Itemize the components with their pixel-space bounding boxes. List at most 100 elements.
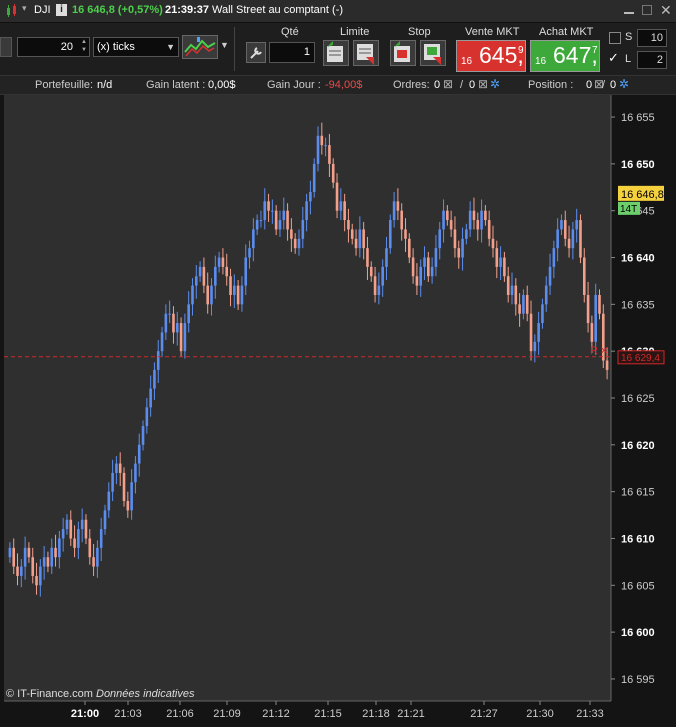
candle-body xyxy=(80,519,84,530)
candle-body xyxy=(225,266,229,277)
orders-separator: / xyxy=(460,79,464,91)
candle-body xyxy=(274,210,278,230)
candle-body xyxy=(156,351,160,370)
limit-buy-button[interactable] xyxy=(323,40,349,66)
position-close-icon[interactable]: ✕ xyxy=(600,346,608,357)
candle-body xyxy=(183,323,187,352)
candle-body xyxy=(328,145,331,164)
limit-buy-icon xyxy=(327,41,343,62)
candle-body xyxy=(248,248,251,258)
candle-body xyxy=(240,285,244,305)
candle-body xyxy=(73,538,76,548)
orders-cancel-icon[interactable]: ⊠ xyxy=(443,77,453,91)
candle-body xyxy=(221,257,225,267)
time-tick-label: 21:00 xyxy=(71,708,99,720)
stepper-up-icon[interactable]: ▲ xyxy=(81,39,87,46)
candle-body xyxy=(522,294,525,314)
interval-stepper[interactable]: 20 ▲ ▼ xyxy=(17,37,90,57)
sell-price-prefix: 16 xyxy=(461,56,473,67)
candle-body xyxy=(560,220,563,230)
s-value-field[interactable]: 10 xyxy=(637,29,667,47)
candle-body xyxy=(65,519,69,530)
s-checkbox[interactable] xyxy=(609,32,621,44)
stepper-down-icon[interactable]: ▼ xyxy=(81,47,87,54)
stop-buy-button[interactable] xyxy=(390,40,416,66)
candle-body xyxy=(217,257,221,267)
position-marker-label[interactable]: R xyxy=(590,345,598,357)
limit-sell-button[interactable] xyxy=(353,40,379,66)
indicators-dropdown-icon[interactable]: ▼ xyxy=(220,40,229,50)
candle-body xyxy=(92,557,95,567)
candle-body xyxy=(118,463,122,473)
interval-unit-select[interactable]: (x) ticks ▼ xyxy=(93,37,179,57)
candle-body xyxy=(297,238,301,249)
candle-body xyxy=(149,388,152,408)
maximize-button[interactable] xyxy=(642,5,652,15)
info-icon[interactable]: i xyxy=(56,4,67,16)
candle-body xyxy=(233,285,236,295)
candle-body xyxy=(529,313,533,352)
buy-market-button[interactable]: 16 647, 7 xyxy=(530,40,600,72)
candle-body xyxy=(347,220,350,230)
symbol-dropdown-icon[interactable]: ▾ xyxy=(22,3,27,14)
candle-body xyxy=(438,229,442,249)
candle-body xyxy=(46,557,50,567)
candle-body xyxy=(126,501,130,511)
toolbar-left-handle[interactable] xyxy=(0,37,12,57)
candle-body xyxy=(377,285,381,295)
sell-market-label: Vente MKT xyxy=(465,26,520,38)
stop-sell-button[interactable] xyxy=(420,40,446,66)
candle-body xyxy=(187,304,190,324)
orders-settings-gear-icon[interactable]: ✲ xyxy=(490,77,500,91)
candle-body xyxy=(42,557,46,567)
indicators-button[interactable] xyxy=(182,35,218,59)
l-value-field[interactable]: 2 xyxy=(637,51,667,69)
time-tick-label: 21:06 xyxy=(166,708,194,720)
candle-body xyxy=(69,519,73,539)
candle-body xyxy=(430,266,434,277)
candle-body xyxy=(320,135,324,146)
l-label: L xyxy=(625,53,632,65)
s-label: S xyxy=(625,31,633,43)
candle-body xyxy=(605,360,609,370)
candle-body xyxy=(541,304,544,324)
candle-body xyxy=(130,482,133,511)
candle-body xyxy=(160,332,164,352)
candle-body xyxy=(12,547,16,567)
settings-wrench-button[interactable] xyxy=(246,42,266,63)
minimize-button[interactable] xyxy=(624,6,634,14)
interval-value: 20 xyxy=(60,41,73,53)
candle-body xyxy=(427,257,430,277)
candle-body xyxy=(54,547,57,558)
l-checkbox-checked-icon[interactable]: ✓ xyxy=(608,50,619,66)
candle-body xyxy=(107,491,111,511)
position-settings-gear-icon[interactable]: ✲ xyxy=(619,77,629,91)
candle-body xyxy=(84,519,88,539)
sell-market-button[interactable]: 16 645, 9 xyxy=(456,40,526,72)
candle-body xyxy=(392,201,396,221)
candle-body xyxy=(400,210,403,230)
orders-close-icon[interactable]: ⊠ xyxy=(478,77,488,91)
candle-body xyxy=(111,472,114,492)
candle-body xyxy=(198,266,202,277)
candle-body xyxy=(175,323,179,333)
price-tick-label: 16 655 xyxy=(621,112,655,124)
candle-body xyxy=(99,529,103,548)
candle-body xyxy=(267,201,270,211)
time-tick-label: 21:03 xyxy=(114,708,142,720)
candle-body xyxy=(582,257,586,295)
qty-input[interactable]: 1 xyxy=(269,42,315,63)
plot-area[interactable] xyxy=(4,95,611,701)
candle-body xyxy=(552,248,556,267)
close-button[interactable]: ✕ xyxy=(660,2,672,19)
candle-body xyxy=(514,285,518,305)
candle-body xyxy=(567,238,571,249)
candle-body xyxy=(103,510,107,530)
time-tick-label: 21:09 xyxy=(213,708,241,720)
candle-body xyxy=(373,276,377,295)
candle-body xyxy=(122,472,126,502)
latent-gain-value: 0,00$ xyxy=(208,79,236,91)
price-chart[interactable]: 16 65516 65016 64516 64016 63516 63016 6… xyxy=(0,95,676,727)
stop-buy-icon xyxy=(394,41,410,62)
symbol-label[interactable]: DJI xyxy=(34,4,51,16)
